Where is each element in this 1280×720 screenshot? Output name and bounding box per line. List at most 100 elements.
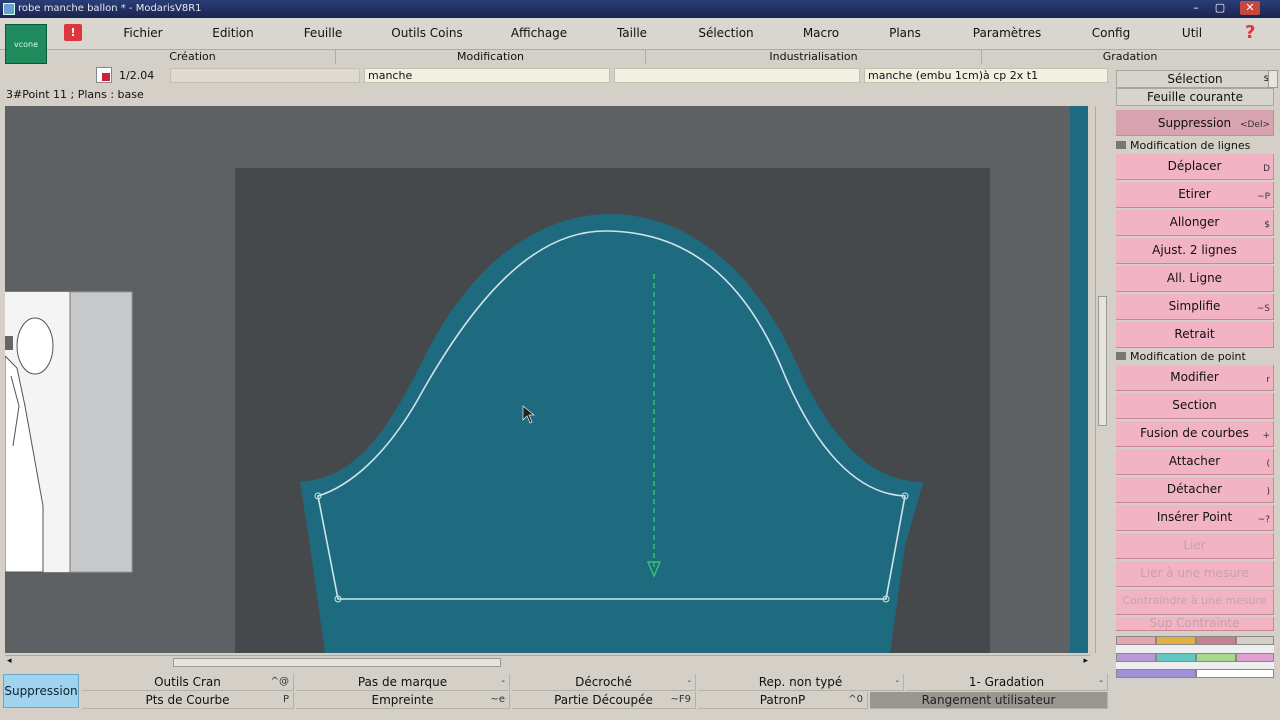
color-swatch[interactable] (1236, 636, 1274, 645)
menu-edition[interactable]: Edition (200, 26, 266, 42)
tool-etirer[interactable]: Etirer ~P (1116, 182, 1274, 208)
tool-detacher[interactable]: Détacher) (1116, 477, 1274, 503)
tool-label: Lier à une mesure (1140, 566, 1249, 580)
selection-label: Sélection (1167, 72, 1223, 86)
alert-icon[interactable]: ! (64, 24, 82, 41)
vertical-scrollbar[interactable] (1095, 106, 1109, 653)
color-swatch[interactable] (1236, 653, 1274, 662)
tool-label: Lier (1183, 538, 1206, 552)
section-industrialisation[interactable]: Industrialisation (646, 50, 982, 64)
tool-label: Insérer Point (1156, 510, 1233, 524)
menu-taille[interactable]: Taille (600, 26, 664, 42)
bottom-outils-cran[interactable]: Outils Cran ^@ (82, 674, 294, 691)
field-label: Pas de marque (357, 675, 448, 689)
tool-shortcut: + (1262, 431, 1270, 441)
sheet-icon[interactable] (96, 67, 112, 83)
bottom-pas-de-marque[interactable]: Pas de marque - (296, 674, 510, 691)
field-label: 1- Gradation (968, 675, 1045, 689)
bottom-gradation[interactable]: 1- Gradation - (906, 674, 1108, 691)
tool-modifier[interactable]: Modifier r (1116, 365, 1274, 391)
menu-parametres[interactable]: Paramètres (962, 26, 1052, 42)
tool-label: Détacher (1166, 482, 1223, 496)
tool-allonger[interactable]: Allonger $ (1116, 210, 1274, 236)
field-key: ^0 (848, 694, 863, 705)
color-swatch[interactable] (1116, 636, 1156, 645)
menu-selection[interactable]: Sélection (688, 26, 764, 42)
piece-comment-field[interactable]: manche (embu 1cm)à cp 2x t1 (864, 68, 1108, 83)
tool-label: Déplacer (1167, 159, 1222, 173)
bottom-rangement-utilisateur[interactable]: Rangement utilisateur (870, 692, 1108, 709)
tool-label: Retrait (1174, 327, 1215, 341)
tool-fusion-courbes[interactable]: Fusion de courbes + (1116, 421, 1274, 447)
scroll-right-icon[interactable]: ▸ (1083, 656, 1088, 666)
menu-config[interactable]: Config (1080, 26, 1142, 42)
minimize-icon[interactable]: – (1188, 1, 1204, 15)
suppression-mode-button[interactable]: Suppression (3, 674, 79, 708)
bottom-pts-de-courbe[interactable]: Pts de Courbe P (82, 692, 294, 709)
tool-label: Modifier (1170, 370, 1219, 384)
tool-label: Ajust. 2 lignes (1152, 243, 1237, 257)
maximize-icon[interactable]: ▢ (1212, 1, 1228, 15)
piece-name-field[interactable]: manche (364, 68, 610, 83)
status-line: 3#Point 11 ; Plans : base (6, 88, 144, 101)
body-thumbnail-mark (5, 336, 13, 350)
color-swatch[interactable] (1196, 669, 1274, 678)
current-sheet-button[interactable]: Feuille courante (1116, 88, 1274, 106)
bottom-patronp[interactable]: PatronP ^0 (698, 692, 868, 709)
menu-util[interactable]: Util (1162, 26, 1222, 42)
menu-feuille[interactable]: Feuille (290, 26, 356, 42)
app-logo: vcone (5, 24, 47, 64)
close-icon[interactable]: ✕ (1240, 1, 1260, 15)
bottom-rep-non-type[interactable]: Rep. non typé - (698, 674, 904, 691)
menu-plans[interactable]: Plans (874, 26, 936, 42)
menu-fichier[interactable]: Fichier (110, 26, 176, 42)
menu-affichage[interactable]: Affichage (500, 26, 578, 42)
suppression-label: Suppression (1157, 116, 1232, 130)
bottom-partie-decoupee[interactable]: Partie Découpée ~F9 (512, 692, 696, 709)
tool-section[interactable]: Section (1116, 393, 1274, 419)
section-gradation[interactable]: Gradation (982, 50, 1278, 64)
section-modification[interactable]: Modification (336, 50, 646, 64)
tool-lier[interactable]: Lier (1116, 533, 1274, 559)
selection-button[interactable]: Sélection s (1116, 70, 1274, 88)
tool-shortcut: ) (1266, 487, 1270, 497)
adjacent-piece-edge (1070, 106, 1088, 653)
tool-shortcut: ~S (1256, 304, 1270, 314)
drawing-canvas[interactable] (5, 106, 1088, 653)
tool-lier-mesure[interactable]: Lier à une mesure (1116, 561, 1274, 587)
help-icon[interactable]: ? (1245, 22, 1255, 43)
field-label: Rep. non typé (758, 675, 843, 689)
color-swatch[interactable] (1156, 636, 1196, 645)
color-swatch[interactable] (1116, 669, 1196, 678)
tool-sup-contrainte[interactable]: Sup Contrainte (1116, 617, 1274, 631)
piece-code-field[interactable] (614, 68, 860, 83)
tool-ajust-2-lignes[interactable]: Ajust. 2 lignes (1116, 238, 1274, 264)
tool-label: All. Ligne (1166, 271, 1223, 285)
scale-field[interactable] (170, 68, 360, 83)
suppression-tool[interactable]: Suppression <Del> (1116, 110, 1274, 136)
scroll-left-icon[interactable]: ◂ (7, 656, 12, 666)
menu-outils-coins[interactable]: Outils Coins (382, 26, 472, 42)
bottom-empreinte[interactable]: Empreinte ~e (296, 692, 510, 709)
bottom-decroche[interactable]: Décroché - (512, 674, 696, 691)
color-swatch[interactable] (1156, 653, 1196, 662)
vertical-scroll-thumb[interactable] (1098, 296, 1107, 426)
color-swatch[interactable] (1196, 653, 1236, 662)
tool-attacher[interactable]: Attacher ( (1116, 449, 1274, 475)
tool-shortcut: D (1263, 164, 1270, 174)
tool-retrait[interactable]: Retrait (1116, 322, 1274, 348)
panel-scroll-up[interactable] (1268, 70, 1278, 88)
tool-shortcut: ( (1266, 459, 1270, 469)
horizontal-scroll-thumb[interactable] (173, 658, 501, 667)
section-creation[interactable]: Création (50, 50, 336, 64)
tool-contraindre-mesure[interactable]: Contraindre à une mesure (1116, 589, 1274, 615)
tool-all-ligne[interactable]: All. Ligne (1116, 266, 1274, 292)
flag-icon (1116, 352, 1126, 360)
tool-inserer-point[interactable]: Insérer Point ~? (1116, 505, 1274, 531)
tool-deplacer[interactable]: Déplacer D (1116, 154, 1274, 180)
color-swatch[interactable] (1196, 636, 1236, 645)
horizontal-scrollbar[interactable]: ◂ ▸ (5, 655, 1090, 669)
color-swatch[interactable] (1116, 653, 1156, 662)
menu-macro[interactable]: Macro (790, 26, 852, 42)
tool-simplifie[interactable]: Simplifie ~S (1116, 294, 1274, 320)
